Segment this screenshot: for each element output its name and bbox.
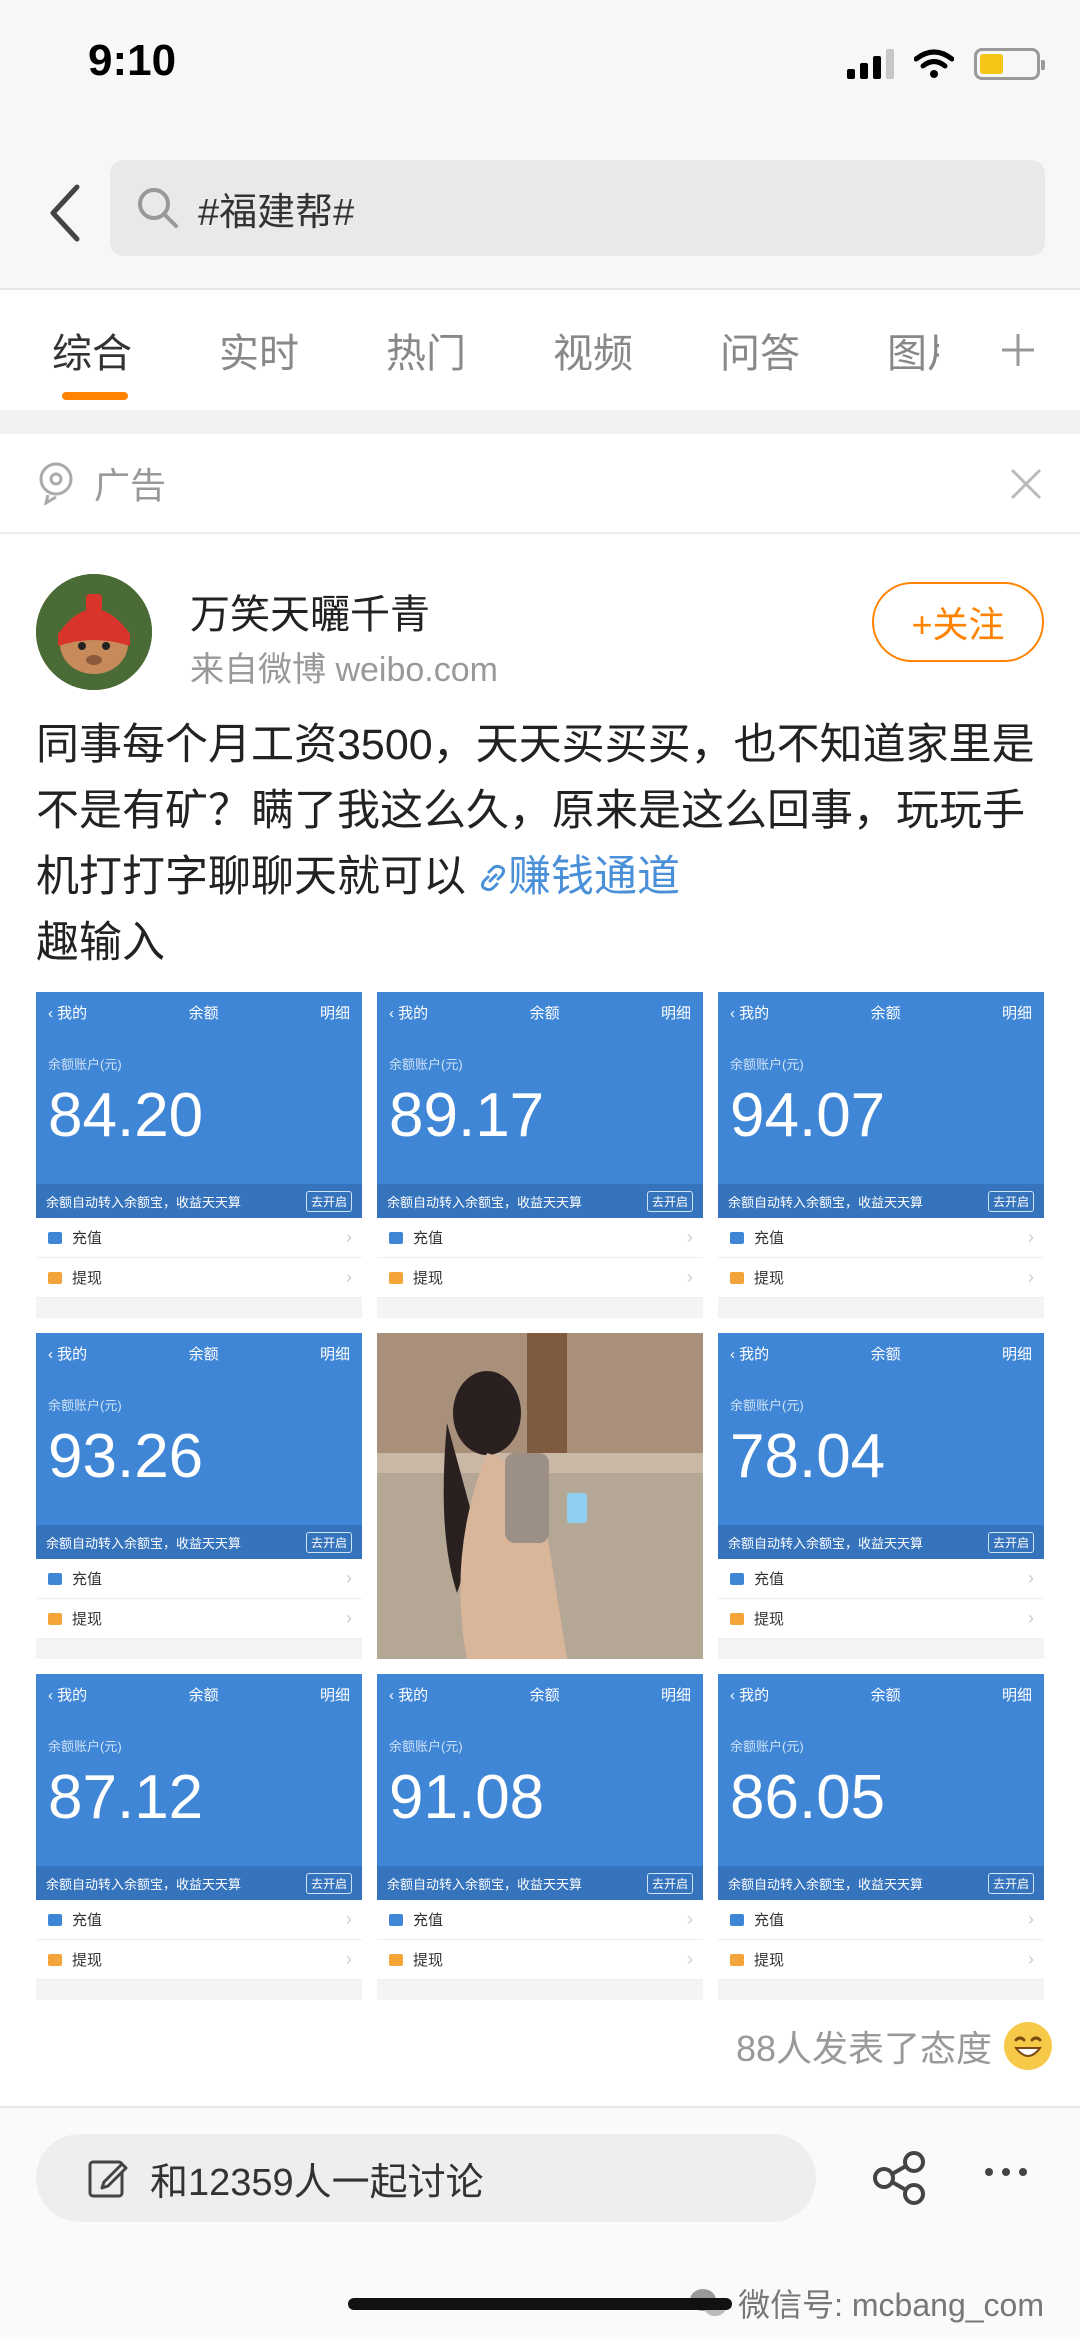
- home-indicator: [348, 2298, 732, 2310]
- ad-label: 广告: [94, 465, 167, 506]
- tab-realtime[interactable]: 实时: [219, 290, 386, 410]
- grid-image[interactable]: ‹ 我的 余额 明细 余额账户(元) 87.12 余额自动转入余额宝，收益天天算 去开…: [36, 1674, 362, 2000]
- status-icons: [847, 48, 1045, 80]
- status-time: 9:10: [88, 36, 177, 85]
- grid-image[interactable]: ‹ 我的 余额 明细 余额账户(元) 89.17 余额自动转入余额宝，收益天天算 去开…: [377, 992, 703, 1318]
- ad-icon: [39, 462, 73, 505]
- section-divider: [0, 410, 1080, 434]
- chevron-left-icon: [50, 184, 80, 242]
- close-icon[interactable]: [1008, 466, 1044, 502]
- follow-button[interactable]: +关注: [872, 582, 1044, 662]
- tab-qa[interactable]: 问答: [720, 290, 887, 410]
- search-icon: [138, 188, 178, 228]
- add-tab-button[interactable]: [988, 320, 1048, 380]
- plus-icon: [1002, 334, 1034, 366]
- search-query: #福建帮#: [198, 191, 355, 234]
- balance-amount: 89.17: [389, 1081, 545, 1150]
- grid-image[interactable]: ‹ 我的 余额 明细 余额账户(元) 94.07 余额自动转入余额宝，收益天天算 去开…: [718, 992, 1044, 1318]
- search-header: #福建帮#: [0, 140, 1080, 290]
- more-icon[interactable]: [985, 2168, 1027, 2176]
- post-body: 同事每个月工资3500，天天买买买，也不知道家里是不是有矿？瞒了我这么久，原来是…: [36, 712, 1046, 976]
- ad-row: 广告: [0, 434, 1080, 534]
- reactions[interactable]: 88人发表了态度: [736, 2020, 1052, 2072]
- avatar[interactable]: [36, 574, 152, 690]
- tab-comprehensive[interactable]: 综合: [52, 290, 219, 410]
- filter-tabs: 综合 实时 热门 视频 问答 图片: [0, 290, 1080, 410]
- grid-photo[interactable]: [377, 1333, 703, 1659]
- battery-icon: [974, 48, 1045, 80]
- post-header: 万笑天曬千青 来自微博 weibo.com +关注: [0, 534, 1080, 694]
- grid-image[interactable]: ‹ 我的 余额 明细 余额账户(元) 86.05 余额自动转入余额宝，收益天天算 去开…: [718, 1674, 1044, 2000]
- grid-image[interactable]: ‹ 我的 余额 明细 余额账户(元) 91.08 余额自动转入余额宝，收益天天算 去开…: [377, 1674, 703, 2000]
- tab-video[interactable]: 视频: [553, 290, 720, 410]
- balance-amount: 87.12: [48, 1763, 204, 1832]
- wifi-icon: [914, 49, 954, 78]
- balance-amount: 86.05: [730, 1763, 886, 1832]
- balance-amount: 94.07: [730, 1081, 886, 1150]
- grid-image[interactable]: ‹ 我的 余额 明细 余额账户(元) 84.20 余额自动转入余额宝，收益天天算 去开…: [36, 992, 362, 1318]
- status-bar: 9:10: [0, 0, 1080, 140]
- avatar-image: [36, 574, 152, 690]
- reactions-count: 88人发表了态度: [735, 2028, 992, 2069]
- share-icon[interactable]: [870, 2148, 930, 2208]
- watermark: 微信号: mcbang_com: [688, 2280, 1044, 2326]
- grid-image[interactable]: ‹ 我的 余额 明细 余额账户(元) 93.26 余额自动转入余额宝，收益天天算 去开…: [36, 1333, 362, 1659]
- search-input[interactable]: #福建帮#: [110, 160, 1045, 256]
- post-source: 来自微博 weibo.com: [190, 651, 498, 689]
- balance-amount: 84.20: [48, 1081, 204, 1150]
- discuss-text: 和12359人一起讨论: [150, 2161, 484, 2204]
- post-text-tail: 趣输入: [36, 919, 165, 967]
- balance-amount: 78.04: [730, 1422, 886, 1491]
- post-link[interactable]: 赚钱通道: [478, 853, 680, 901]
- bottom-bar: 和12359人一起讨论 微信号: mcbang_com: [0, 2106, 1080, 2339]
- grid-image[interactable]: ‹ 我的 余额 明细 余额账户(元) 78.04 余额自动转入余额宝，收益天天算 去开…: [718, 1333, 1044, 1659]
- balance-amount: 91.08: [389, 1763, 545, 1832]
- tab-hot[interactable]: 热门: [386, 290, 553, 410]
- balance-amount: 93.26: [48, 1422, 204, 1491]
- smile-emoji-icon: [1004, 2022, 1052, 2070]
- back-button[interactable]: [30, 178, 100, 248]
- link-icon: [480, 864, 506, 892]
- active-tab-indicator: [62, 392, 128, 400]
- edit-icon: [88, 2160, 128, 2198]
- username[interactable]: 万笑天曬千青: [190, 582, 430, 640]
- photo-image: [377, 1333, 703, 1659]
- cellular-signal-icon: [847, 49, 894, 79]
- discuss-input[interactable]: 和12359人一起讨论: [36, 2134, 816, 2222]
